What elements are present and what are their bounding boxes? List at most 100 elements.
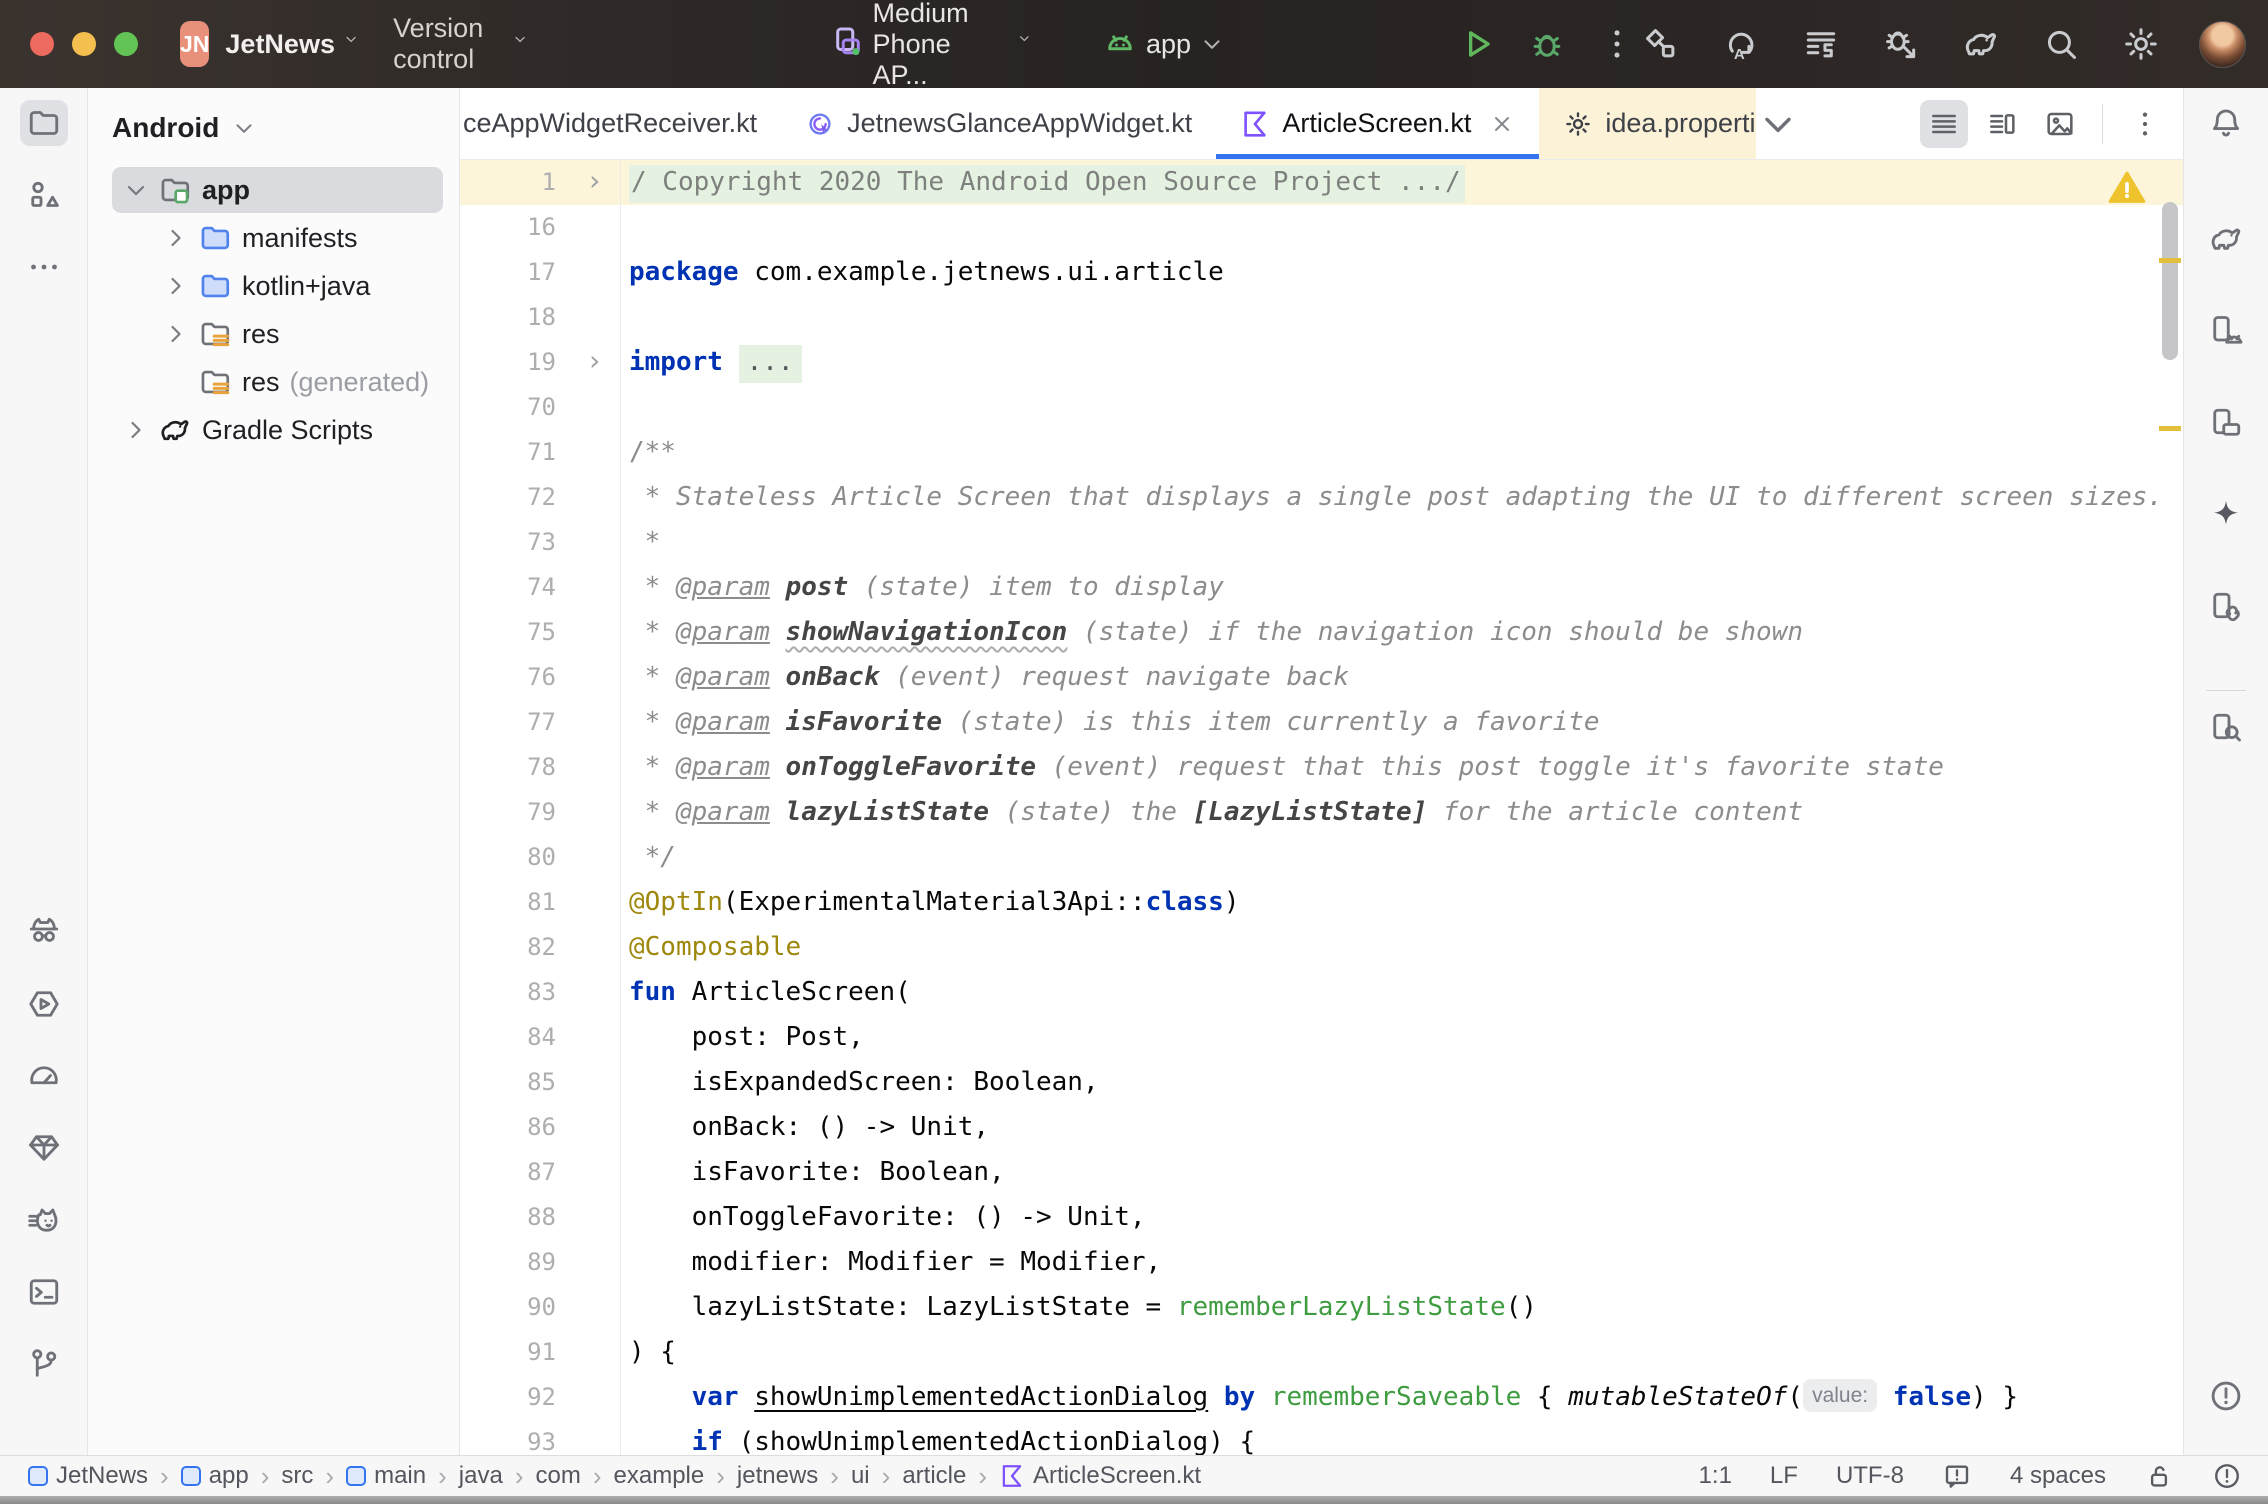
git-branch-icon[interactable] [20, 1341, 68, 1387]
app-inspection-icon[interactable] [20, 909, 68, 955]
more-tools-icon[interactable] [20, 244, 68, 290]
project-name-menu[interactable]: JetNews [225, 29, 335, 60]
code-line-72[interactable]: 72 * Stateless Article Screen that displ… [460, 475, 2183, 520]
gemini-sparkle-icon[interactable] [2202, 492, 2250, 538]
code-line-73[interactable]: 73 * [460, 520, 2183, 565]
running-devices-icon[interactable] [2202, 400, 2250, 446]
device-selector[interactable]: Medium Phone AP... [829, 0, 1032, 91]
tree-item-res[interactable]: res [88, 310, 459, 358]
more-actions-kebab-icon[interactable] [1595, 22, 1639, 66]
device-manager-icon[interactable] [2202, 308, 2250, 354]
chevron-right-icon[interactable] [162, 272, 190, 300]
inspection-warning-icon[interactable] [2107, 168, 2147, 202]
device-explorer-icon[interactable] [2202, 705, 2250, 751]
hidden-tabs-chevron[interactable] [1756, 88, 1800, 159]
maximize-window-button[interactable] [114, 32, 138, 56]
encoding-widget[interactable]: UTF-8 [1836, 1462, 1904, 1490]
debug-button[interactable] [1525, 22, 1569, 66]
code-line-1[interactable]: 1›/ Copyright 2020 The Android Open Sour… [460, 160, 2183, 205]
code-line-17[interactable]: 17package com.example.jetnews.ui.article [460, 250, 2183, 295]
indent-widget[interactable]: 4 spaces [2010, 1462, 2106, 1490]
tree-item-kotlin-java[interactable]: kotlin+java [88, 262, 459, 310]
code-line-83[interactable]: 83fun ArticleScreen( [460, 970, 2183, 1015]
search-everywhere-icon[interactable] [2039, 22, 2083, 66]
tree-item-app[interactable]: app [88, 166, 459, 214]
breadcrumb-item-jetnews[interactable]: JetNews [28, 1462, 148, 1490]
code-line-88[interactable]: 88 onToggleFavorite: () -> Unit, [460, 1195, 2183, 1240]
breadcrumb-item-java[interactable]: java [459, 1462, 503, 1490]
gradle-sync-icon[interactable] [1959, 22, 2003, 66]
line-separator-widget[interactable]: LF [1770, 1462, 1798, 1490]
terminal-icon[interactable] [20, 1269, 68, 1315]
editor-tab-ceappwidgetreceiver-kt[interactable]: ceAppWidgetReceiver.kt [460, 88, 781, 159]
project-folder-icon[interactable] [20, 100, 68, 146]
breadcrumb-item-example[interactable]: example [614, 1462, 705, 1490]
benchmark-gauge-icon[interactable] [20, 1053, 68, 1099]
code-line-78[interactable]: 78 * @param onToggleFavorite (event) req… [460, 745, 2183, 790]
version-control-menu[interactable]: Version control [393, 13, 504, 75]
settings-gear-icon[interactable] [2119, 22, 2163, 66]
code-line-70[interactable]: 70 [460, 385, 2183, 430]
breadcrumb-item-jetnews[interactable]: jetnews [737, 1462, 818, 1490]
user-avatar[interactable] [2199, 21, 2246, 68]
code-line-76[interactable]: 76 * @param onBack (event) request navig… [460, 655, 2183, 700]
breadcrumb-item-ui[interactable]: ui [851, 1462, 870, 1490]
editor-tab-idea-properti[interactable]: idea.properti [1539, 88, 1755, 159]
attach-debugger-icon[interactable] [1879, 22, 1923, 66]
run-button[interactable] [1455, 22, 1499, 66]
code-line-90[interactable]: 90 lazyListState: LazyListState = rememb… [460, 1285, 2183, 1330]
tree-item-manifests[interactable]: manifests [88, 214, 459, 262]
code-line-92[interactable]: 92 var showUnimplementedActionDialog by … [460, 1375, 2183, 1420]
close-window-button[interactable] [30, 32, 54, 56]
tree-item-res[interactable]: res(generated) [88, 358, 459, 406]
caret-position-widget[interactable]: 1:1 [1699, 1462, 1732, 1490]
breadcrumb-item-articlescreen-kt[interactable]: ArticleScreen.kt [999, 1462, 1201, 1490]
profiler-hex-icon[interactable] [20, 981, 68, 1027]
code-line-74[interactable]: 74 * @param post (state) item to display [460, 565, 2183, 610]
close-tab-icon[interactable] [1489, 111, 1515, 137]
code-line-86[interactable]: 86 onBack: () -> Unit, [460, 1105, 2183, 1150]
breadcrumb-item-article[interactable]: article [902, 1462, 966, 1490]
fold-arrow-icon[interactable]: › [560, 340, 620, 385]
editor-tab-jetnewsglanceappwidget-kt[interactable]: JetnewsGlanceAppWidget.kt [781, 88, 1216, 159]
run-configuration-selector[interactable]: app [1098, 22, 1225, 66]
build-hammer-icon[interactable] [1639, 22, 1683, 66]
code-line-81[interactable]: 81@OptIn(ExperimentalMaterial3Api::class… [460, 880, 2183, 925]
code-line-87[interactable]: 87 isFavorite: Boolean, [460, 1150, 2183, 1195]
code-line-84[interactable]: 84 post: Post, [460, 1015, 2183, 1060]
code-line-19[interactable]: 19›import ... [460, 340, 2183, 385]
fold-arrow-icon[interactable]: › [560, 160, 620, 205]
code-line-79[interactable]: 79 * @param lazyListState (state) the [L… [460, 790, 2183, 835]
editor-tab-articlescreen-kt[interactable]: ArticleScreen.kt [1216, 88, 1539, 159]
resource-manager-icon[interactable] [20, 172, 68, 218]
chevron-right-icon[interactable] [122, 416, 150, 444]
minimize-window-button[interactable] [72, 32, 96, 56]
problems-icon[interactable] [2202, 1373, 2250, 1419]
code-line-16[interactable]: 16 [460, 205, 2183, 250]
editor-view-mode-list-icon[interactable] [1920, 100, 1968, 148]
code-line-71[interactable]: 71/** [460, 430, 2183, 475]
device-mirroring-icon[interactable] [2202, 584, 2250, 630]
code-line-91[interactable]: 91) { [460, 1330, 2183, 1375]
breadcrumb-item-com[interactable]: com [536, 1462, 581, 1490]
code-line-75[interactable]: 75 * @param showNavigationIcon (state) i… [460, 610, 2183, 655]
app-quality-insights-icon[interactable] [20, 1125, 68, 1171]
breadcrumb-item-main[interactable]: main [346, 1462, 426, 1490]
sync-translate-icon[interactable]: A [1719, 22, 1763, 66]
code-editor[interactable]: 1›/ Copyright 2020 The Android Open Sour… [460, 160, 2183, 1455]
chevron-right-icon[interactable] [162, 224, 190, 252]
breadcrumb-item-src[interactable]: src [281, 1462, 313, 1490]
code-line-85[interactable]: 85 isExpandedScreen: Boolean, [460, 1060, 2183, 1105]
code-line-80[interactable]: 80 */ [460, 835, 2183, 880]
unlocked-icon[interactable] [2144, 1461, 2174, 1491]
code-line-89[interactable]: 89 modifier: Modifier = Modifier, [460, 1240, 2183, 1285]
breadcrumb-item-app[interactable]: app [181, 1462, 249, 1490]
editor-options-kebab-icon[interactable] [2121, 100, 2169, 148]
chevron-right-icon[interactable] [162, 320, 190, 348]
warning-stripe-mark[interactable] [2159, 426, 2181, 431]
editor-scrollbar[interactable] [2162, 202, 2178, 360]
warning-stripe-mark[interactable] [2159, 258, 2181, 263]
project-view-selector[interactable]: Android [88, 102, 459, 154]
chevron-down-icon[interactable] [122, 176, 150, 204]
editor-view-mode-split-icon[interactable] [1978, 100, 2026, 148]
